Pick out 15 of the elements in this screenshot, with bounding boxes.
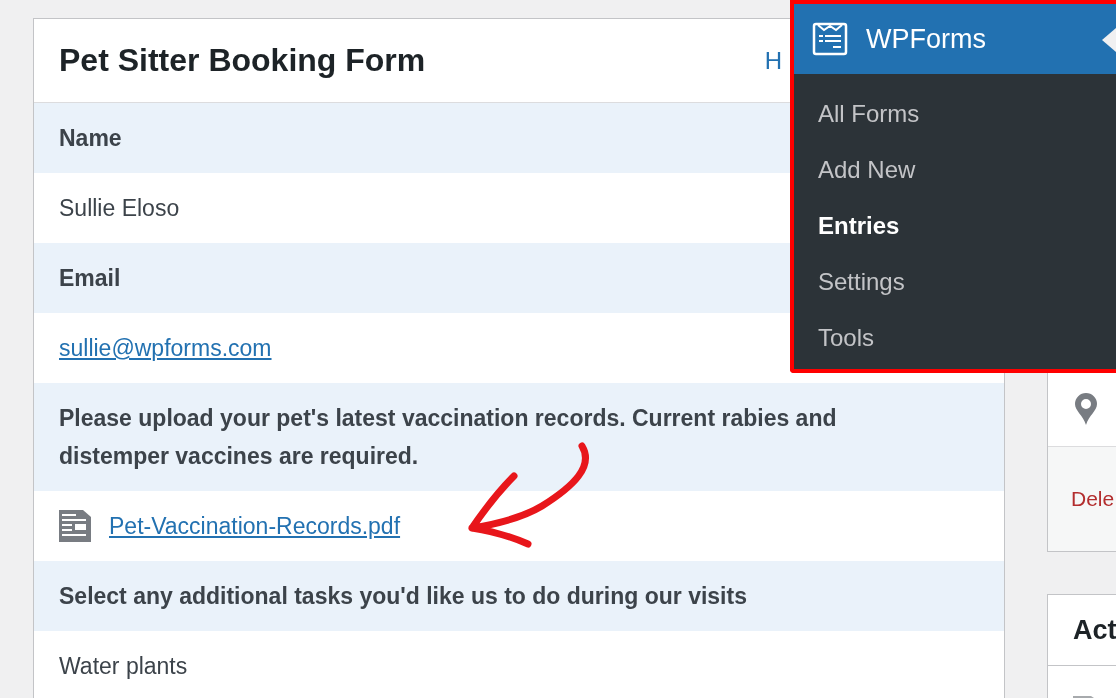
email-link[interactable]: sullie@wpforms.com	[59, 329, 272, 367]
form-icon	[812, 22, 848, 56]
delete-link[interactable]: Dele	[1071, 487, 1115, 511]
header-link[interactable]: H	[764, 46, 782, 75]
field-label: Select any additional tasks you'd like us to do during our visits	[34, 561, 1004, 631]
form-title: Pet Sitter Booking Form	[59, 42, 426, 79]
menu-item[interactable]: Tools	[794, 310, 1116, 366]
field-value: Sullie Eloso	[59, 194, 180, 223]
field-value: Water plants	[59, 652, 188, 681]
menu-header[interactable]: WPForms	[794, 4, 1116, 74]
file-link[interactable]: Pet-Vaccination-Records.pdf	[109, 507, 401, 545]
field-label: Please upload your pet's latest vaccination records. Current rabies and distemper vaccines are required.	[34, 383, 1004, 491]
panel-title: Act	[1073, 614, 1116, 646]
pointer-icon	[1102, 28, 1116, 52]
location-pin-icon	[1074, 393, 1098, 425]
